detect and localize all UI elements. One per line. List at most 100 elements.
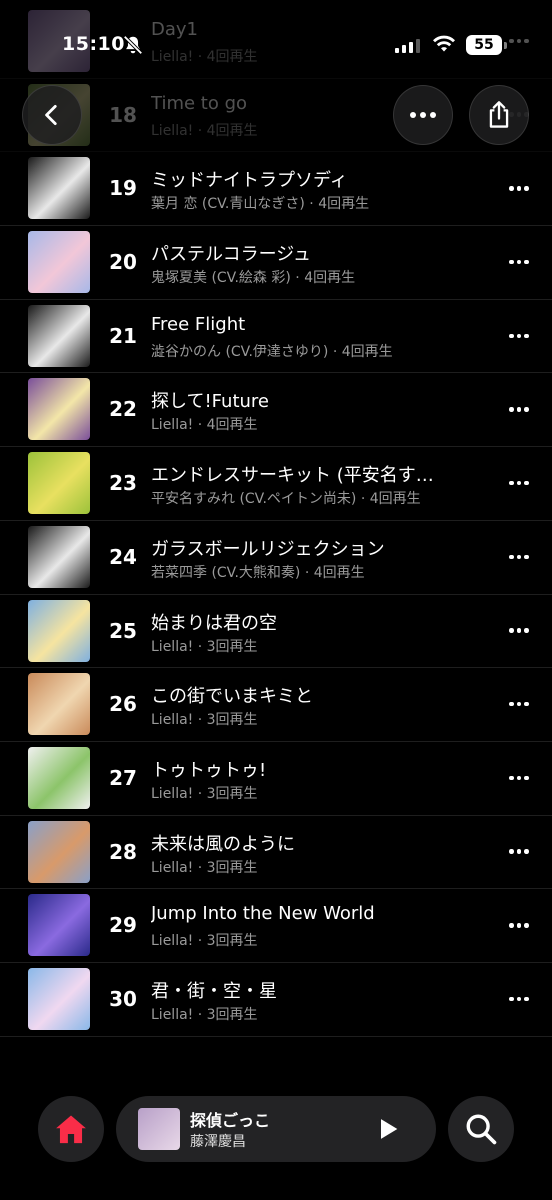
track-artist: Liella!	[151, 638, 194, 655]
ellipsis-dot	[509, 996, 514, 1002]
cellular-signal-icon	[395, 38, 420, 53]
mini-player[interactable]: 探偵ごっこ 藤澤慶昌	[116, 1096, 436, 1162]
track-title: この街でいまキミと	[151, 686, 313, 708]
ellipsis-dot	[509, 186, 514, 191]
play-count: 3回再生	[206, 785, 258, 802]
ellipsis-dot	[524, 775, 529, 781]
track-more-button[interactable]	[504, 178, 534, 198]
ellipsis-dot	[509, 480, 514, 486]
track-artist: 平安名すみれ (CV.ペイトン尚未)	[151, 491, 357, 508]
track-subtitle: Liella! · 3回再生	[151, 857, 481, 877]
track-more-button[interactable]	[504, 252, 534, 272]
track-row[interactable]: 30 君・街・空・星 Liella! · 3回再生	[0, 963, 552, 1037]
track-number: 19	[109, 176, 137, 201]
track-more-button[interactable]	[504, 694, 534, 714]
track-more-button[interactable]	[504, 326, 534, 346]
track-artist: Liella!	[151, 417, 194, 434]
track-number: 30	[109, 986, 137, 1011]
home-button[interactable]	[38, 1096, 104, 1162]
album-artwork	[28, 894, 90, 957]
separator-dot: ·	[193, 859, 207, 876]
album-artwork	[28, 820, 90, 883]
ellipsis-dot	[509, 259, 514, 265]
silent-bell-icon	[123, 35, 143, 55]
ellipsis-dot	[516, 849, 522, 854]
track-subtitle: 若菜四季 (CV.大熊和奏) · 4回再生	[151, 562, 481, 582]
track-row[interactable]: 23 エンドレスサーキット (平安名す… 平安名すみれ (CV.ペイトン尚未) · …	[0, 447, 552, 521]
track-number: 22	[109, 397, 137, 422]
share-icon	[489, 101, 509, 128]
track-more-button[interactable]	[504, 621, 534, 641]
track-number: 26	[109, 692, 137, 717]
album-artwork	[28, 231, 90, 294]
chevron-left-icon	[45, 104, 57, 126]
track-number: 27	[109, 765, 137, 790]
play-count: 4回再生	[369, 491, 421, 508]
track-row[interactable]: 26 この街でいまキミと Liella! · 3回再生	[0, 668, 552, 742]
track-more-button[interactable]	[504, 915, 534, 935]
ellipsis-dot	[516, 554, 522, 560]
track-row[interactable]: 21 Free Flight 澁谷かのん (CV.伊達さゆり) · 4回再生	[0, 300, 552, 374]
track-title: トゥトゥトゥ!	[151, 759, 267, 781]
search-icon	[466, 1114, 497, 1145]
track-more-button[interactable]	[504, 842, 534, 862]
track-title: パステルコラージュ	[151, 244, 312, 266]
home-icon	[56, 1115, 86, 1144]
track-number: 24	[109, 544, 137, 569]
track-artist: Liella!	[151, 1006, 194, 1023]
track-subtitle: 鬼塚夏美 (CV.絵森 彩) · 4回再生	[151, 267, 481, 287]
track-row[interactable]: 19 ミッドナイトラプソディ 葉月 恋 (CV.青山なぎさ) · 4回再生	[0, 152, 552, 227]
album-artwork	[28, 967, 90, 1030]
track-artist: 澁谷かのん (CV.伊達さゆり)	[151, 343, 329, 360]
track-more-button[interactable]	[504, 989, 534, 1009]
ellipsis-dot	[524, 480, 529, 486]
ellipsis-dot	[524, 259, 529, 265]
separator-dot: ·	[193, 122, 207, 139]
ellipsis-dot	[524, 849, 529, 854]
track-title: 君・街・空・星	[151, 980, 277, 1002]
play-icon[interactable]	[374, 1115, 402, 1143]
play-count: 3回再生	[206, 712, 258, 729]
play-count: 4回再生	[313, 564, 365, 581]
track-artist: Liella!	[151, 859, 194, 876]
track-row[interactable]: 22 探して!Future Liella! · 4回再生	[0, 373, 552, 448]
more-options-button[interactable]	[393, 85, 453, 145]
track-title: ガラスボールリジェクション	[151, 538, 385, 560]
track-more-button[interactable]	[504, 399, 534, 419]
track-row[interactable]: 29 Jump Into the New World Liella! · 3回再生	[0, 889, 552, 963]
track-row[interactable]: 25 始まりは君の空 Liella! · 3回再生	[0, 595, 552, 669]
track-subtitle: Liella! · 3回再生	[151, 636, 481, 656]
ellipsis-dot	[524, 923, 529, 928]
track-subtitle: 平安名すみれ (CV.ペイトン尚未) · 4回再生	[151, 488, 481, 508]
play-count: 3回再生	[206, 1006, 258, 1023]
track-more-button[interactable]	[504, 547, 534, 567]
album-artwork	[28, 378, 90, 441]
ellipsis-dot	[524, 628, 529, 633]
separator-dot: ·	[328, 343, 342, 360]
track-row[interactable]: 24 ガラスボールリジェクション 若菜四季 (CV.大熊和奏) · 4回再生	[0, 521, 552, 595]
ellipsis-dot	[516, 259, 522, 265]
ellipsis-dot	[524, 333, 529, 338]
track-artist: Liella!	[151, 122, 194, 139]
track-row[interactable]: 20 パステルコラージュ 鬼塚夏美 (CV.絵森 彩) · 4回再生	[0, 226, 552, 300]
track-row[interactable]: 28 未来は風のように Liella! · 3回再生	[0, 816, 552, 890]
now-playing-artwork	[138, 1108, 180, 1150]
back-button[interactable]	[22, 85, 82, 145]
ellipsis-dot	[516, 996, 522, 1002]
track-title: Free Flight	[151, 313, 246, 335]
track-title: 未来は風のように	[151, 833, 295, 855]
track-more-button[interactable]	[504, 473, 534, 493]
share-button[interactable]	[469, 85, 529, 145]
play-count: 4回再生	[206, 122, 258, 139]
ellipsis-dot	[509, 775, 514, 781]
track-number: 23	[109, 471, 137, 496]
track-number: 21	[109, 323, 137, 348]
track-number: 29	[109, 913, 137, 938]
search-button[interactable]	[448, 1096, 514, 1162]
track-subtitle: Liella! · 3回再生	[151, 783, 481, 803]
track-title: エンドレスサーキット (平安名す…	[151, 465, 434, 487]
track-more-button[interactable]	[504, 768, 534, 788]
ellipsis-dot	[509, 333, 514, 338]
track-row[interactable]: 27 トゥトゥトゥ! Liella! · 3回再生	[0, 742, 552, 816]
track-artist: 葉月 恋 (CV.青山なぎさ)	[151, 196, 305, 213]
